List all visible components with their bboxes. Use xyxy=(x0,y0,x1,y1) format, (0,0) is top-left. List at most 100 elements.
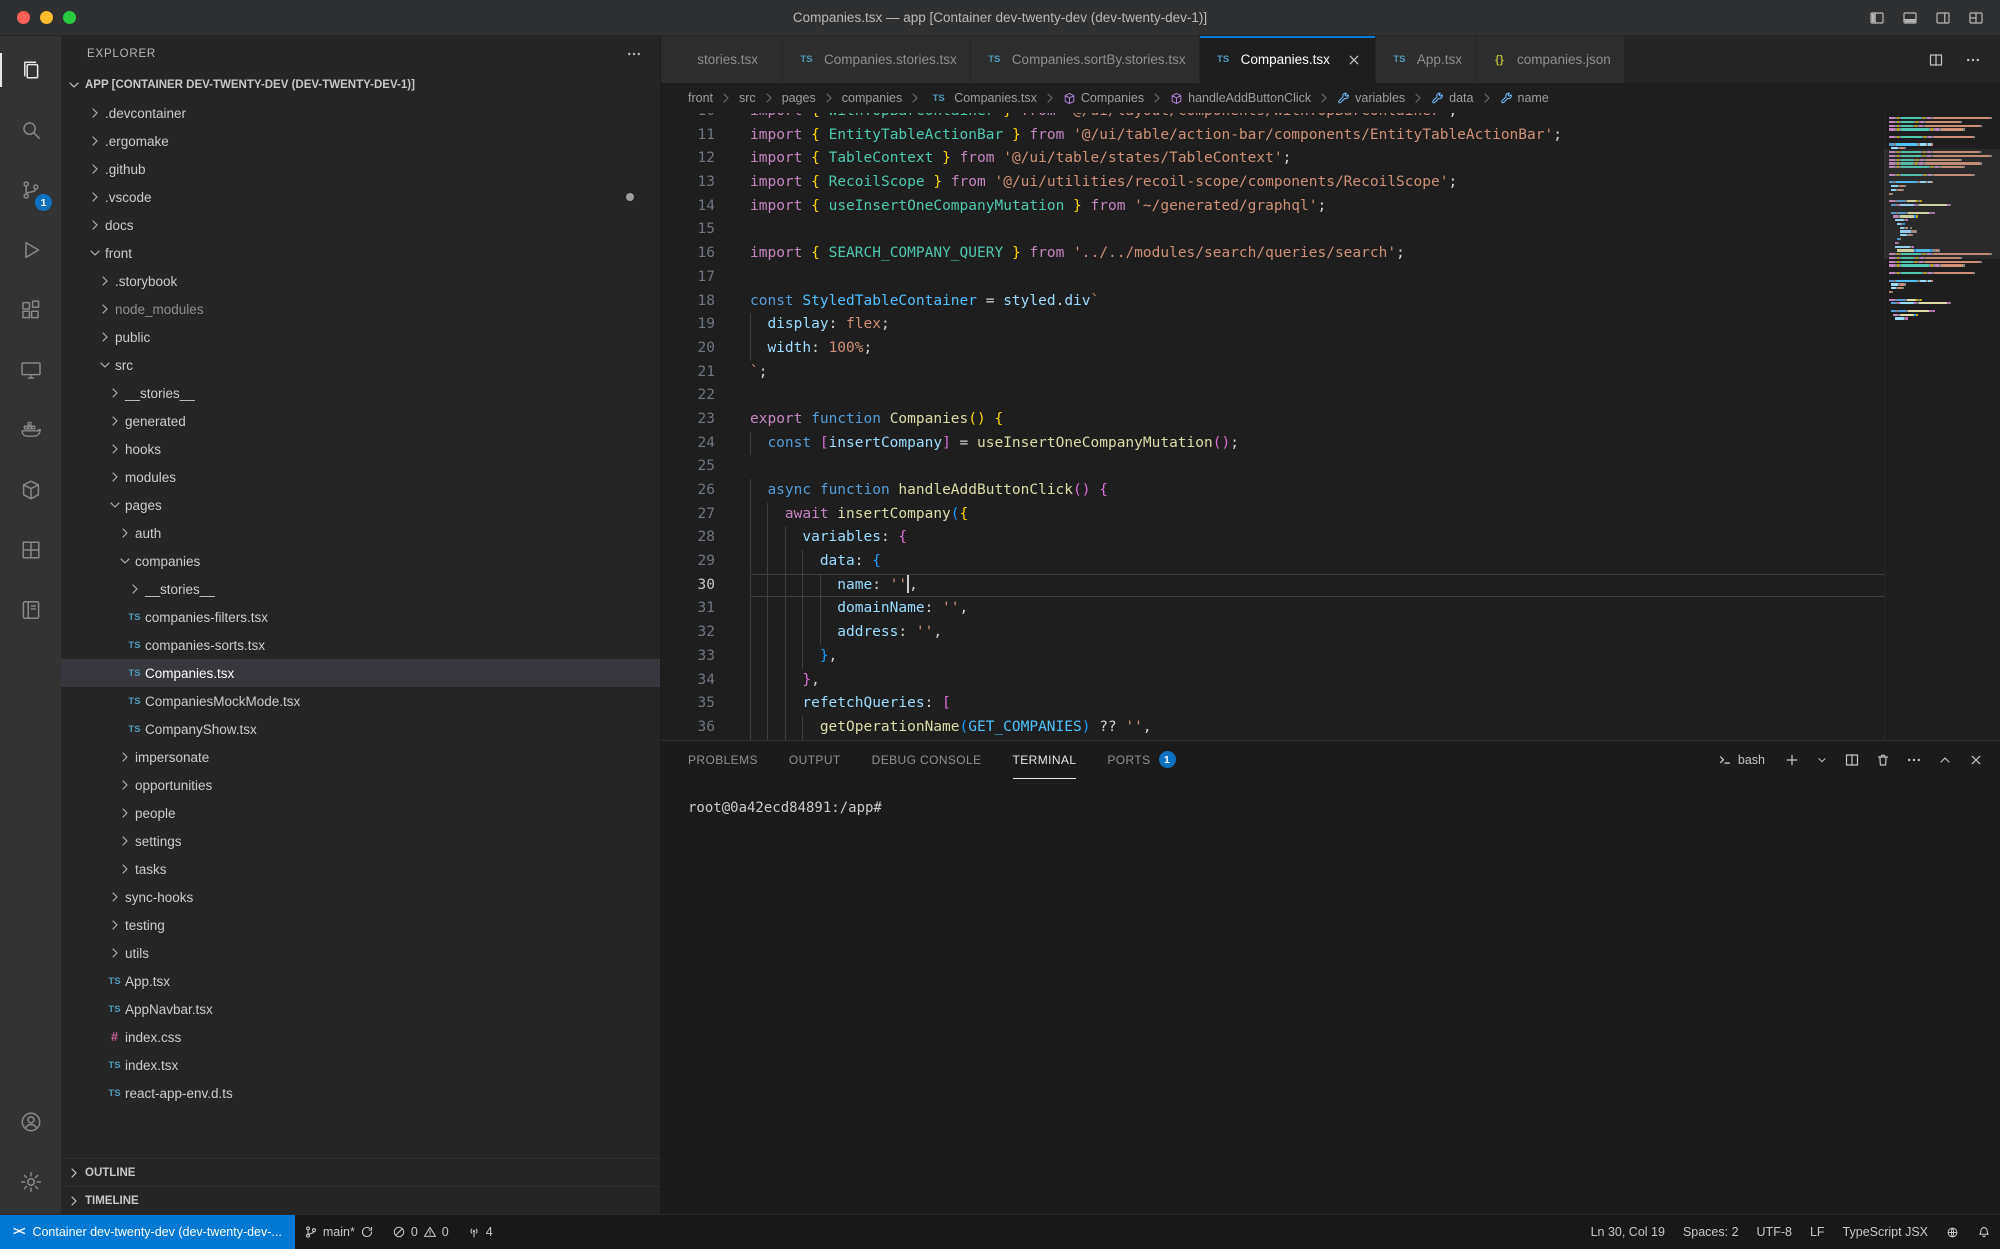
minimize-window-button[interactable] xyxy=(40,11,53,24)
tree-item-.devcontainer[interactable]: .devcontainer xyxy=(61,99,660,127)
encoding-status[interactable]: UTF-8 xyxy=(1748,1215,1801,1249)
code-line-21[interactable]: 21`; xyxy=(661,361,1884,385)
breadcrumb-handleaddbuttonclick[interactable]: handleAddButtonClick xyxy=(1170,91,1311,105)
tree-item-.github[interactable]: .github xyxy=(61,155,660,183)
problems-status[interactable]: 00 xyxy=(383,1215,458,1249)
code-line-26[interactable]: 26 async function handleAddButtonClick()… xyxy=(661,479,1884,503)
activity-docker[interactable] xyxy=(0,400,61,460)
tree-item-index.css[interactable]: #index.css xyxy=(61,1023,660,1051)
tree-item-generated[interactable]: generated xyxy=(61,407,660,435)
tab-companies.stories.tsx[interactable]: TSCompanies.stories.tsx xyxy=(783,36,971,83)
code-line-29[interactable]: 29 data: { xyxy=(661,550,1884,574)
close-window-button[interactable] xyxy=(17,11,30,24)
tree-item-sync-hooks[interactable]: sync-hooks xyxy=(61,883,660,911)
panel-tab-terminal[interactable]: TERMINAL xyxy=(1013,741,1077,779)
activity-panel-grid[interactable] xyxy=(0,520,61,580)
remote-indicator[interactable]: ><Container dev-twenty-dev (dev-twenty-d… xyxy=(0,1215,295,1249)
code-line-31[interactable]: 31 domainName: '', xyxy=(661,597,1884,621)
breadcrumb-pages[interactable]: pages xyxy=(782,91,816,105)
tree-item-appnavbar.tsx[interactable]: TSAppNavbar.tsx xyxy=(61,995,660,1023)
tree-item-hooks[interactable]: hooks xyxy=(61,435,660,463)
tree-item-docs[interactable]: docs xyxy=(61,211,660,239)
breadcrumb-variables[interactable]: variables xyxy=(1337,91,1405,105)
code-line-12[interactable]: 12import { TableContext } from '@/ui/tab… xyxy=(661,147,1884,171)
tree-item-front[interactable]: front xyxy=(61,239,660,267)
more-actions-icon[interactable] xyxy=(1965,52,1981,68)
breadcrumb-data[interactable]: data xyxy=(1431,91,1473,105)
close-tab-icon[interactable] xyxy=(1346,52,1362,68)
tree-item-.storybook[interactable]: .storybook xyxy=(61,267,660,295)
activity-remote-explorer[interactable] xyxy=(0,340,61,400)
activity-run-debug[interactable] xyxy=(0,220,61,280)
breadcrumb-front[interactable]: front xyxy=(688,91,713,105)
code-line-33[interactable]: 33 }, xyxy=(661,645,1884,669)
tab-stories.tsx[interactable]: stories.tsx xyxy=(661,36,783,83)
tree-item-impersonate[interactable]: impersonate xyxy=(61,743,660,771)
language-status[interactable] xyxy=(1937,1215,1968,1249)
breadcrumb-name[interactable]: name xyxy=(1500,91,1549,105)
tree-item-app.tsx[interactable]: TSApp.tsx xyxy=(61,967,660,995)
zoom-window-button[interactable] xyxy=(63,11,76,24)
code-line-19[interactable]: 19 display: flex; xyxy=(661,313,1884,337)
tree-item-.ergomake[interactable]: .ergomake xyxy=(61,127,660,155)
tree-item-companies-sorts.tsx[interactable]: TScompanies-sorts.tsx xyxy=(61,631,660,659)
code-line-30[interactable]: 30 name: '', xyxy=(661,574,1884,598)
tree-item-auth[interactable]: auth xyxy=(61,519,660,547)
activity-explorer[interactable] xyxy=(0,40,61,100)
terminal-more-actions-icon[interactable] xyxy=(1906,752,1922,768)
explorer-more-actions-icon[interactable] xyxy=(626,46,642,62)
activity-docs[interactable] xyxy=(0,580,61,640)
tree-item-testing[interactable]: testing xyxy=(61,911,660,939)
terminal-instance-bash[interactable]: bash xyxy=(1718,753,1765,767)
split-terminal-icon[interactable] xyxy=(1844,752,1860,768)
close-panel-icon[interactable] xyxy=(1968,752,1984,768)
panel-tab-output[interactable]: OUTPUT xyxy=(789,741,841,779)
code-editor[interactable]: 10import { WithTopBarContainer } from '@… xyxy=(661,113,2000,740)
tree-item--stories-[interactable]: __stories__ xyxy=(61,379,660,407)
customize-layout-icon[interactable] xyxy=(1968,10,1984,26)
tree-item-companies[interactable]: companies xyxy=(61,547,660,575)
kill-terminal-icon[interactable] xyxy=(1875,752,1891,768)
toggle-panel-icon[interactable] xyxy=(1902,10,1918,26)
indentation-status[interactable]: Spaces: 2 xyxy=(1674,1215,1748,1249)
breadcrumb-companies[interactable]: companies xyxy=(842,91,902,105)
outline-section-header[interactable]: OUTLINE xyxy=(61,1158,660,1186)
code-line-10[interactable]: 10import { WithTopBarContainer } from '@… xyxy=(661,113,1884,124)
code-line-20[interactable]: 20 width: 100%; xyxy=(661,337,1884,361)
timeline-section-header[interactable]: TIMELINE xyxy=(61,1186,660,1214)
tree-item-utils[interactable]: utils xyxy=(61,939,660,967)
code-line-24[interactable]: 24 const [insertCompany] = useInsertOneC… xyxy=(661,432,1884,456)
code-line-28[interactable]: 28 variables: { xyxy=(661,526,1884,550)
tree-item-companies.tsx[interactable]: TSCompanies.tsx xyxy=(61,659,660,687)
workspace-section-header[interactable]: APP [CONTAINER DEV-TWENTY-DEV (DEV-TWENT… xyxy=(61,71,660,99)
cursor-position[interactable]: Ln 30, Col 19 xyxy=(1582,1215,1674,1249)
tree-item--stories-[interactable]: __stories__ xyxy=(61,575,660,603)
tree-item-index.tsx[interactable]: TSindex.tsx xyxy=(61,1051,660,1079)
breadcrumb-src[interactable]: src xyxy=(739,91,756,105)
activity-extensions[interactable] xyxy=(0,280,61,340)
minimap-slider[interactable] xyxy=(1884,149,2000,259)
tree-item-companies-filters.tsx[interactable]: TScompanies-filters.tsx xyxy=(61,603,660,631)
code-line-14[interactable]: 14import { useInsertOneCompanyMutation }… xyxy=(661,195,1884,219)
code-line-11[interactable]: 11import { EntityTableActionBar } from '… xyxy=(661,124,1884,148)
code-line-32[interactable]: 32 address: '', xyxy=(661,621,1884,645)
tree-item-companiesmockmode.tsx[interactable]: TSCompaniesMockMode.tsx xyxy=(61,687,660,715)
code-line-17[interactable]: 17 xyxy=(661,266,1884,290)
tab-app.tsx[interactable]: TSApp.tsx xyxy=(1376,36,1476,83)
panel-tab-ports[interactable]: PORTS1 xyxy=(1107,741,1175,779)
minimap[interactable] xyxy=(1884,113,2000,740)
code-line-16[interactable]: 16import { SEARCH_COMPANY_QUERY } from '… xyxy=(661,242,1884,266)
eol-status[interactable]: LF xyxy=(1801,1215,1834,1249)
tree-item-.vscode[interactable]: .vscode xyxy=(61,183,660,211)
tree-item-companyshow.tsx[interactable]: TSCompanyShow.tsx xyxy=(61,715,660,743)
tree-item-tasks[interactable]: tasks xyxy=(61,855,660,883)
breadcrumb-companies[interactable]: Companies xyxy=(1063,91,1144,105)
maximize-panel-icon[interactable] xyxy=(1937,752,1953,768)
split-editor-icon[interactable] xyxy=(1928,52,1944,68)
code-line-15[interactable]: 15 xyxy=(661,218,1884,242)
tree-item-react-app-env.d.ts[interactable]: TSreact-app-env.d.ts xyxy=(61,1079,660,1107)
panel-tab-debug-console[interactable]: DEBUG CONSOLE xyxy=(872,741,982,779)
code-line-23[interactable]: 23export function Companies() { xyxy=(661,408,1884,432)
toggle-sidebar-icon[interactable] xyxy=(1869,10,1885,26)
tab-companies.json[interactable]: {}companies.json xyxy=(1476,36,1625,83)
